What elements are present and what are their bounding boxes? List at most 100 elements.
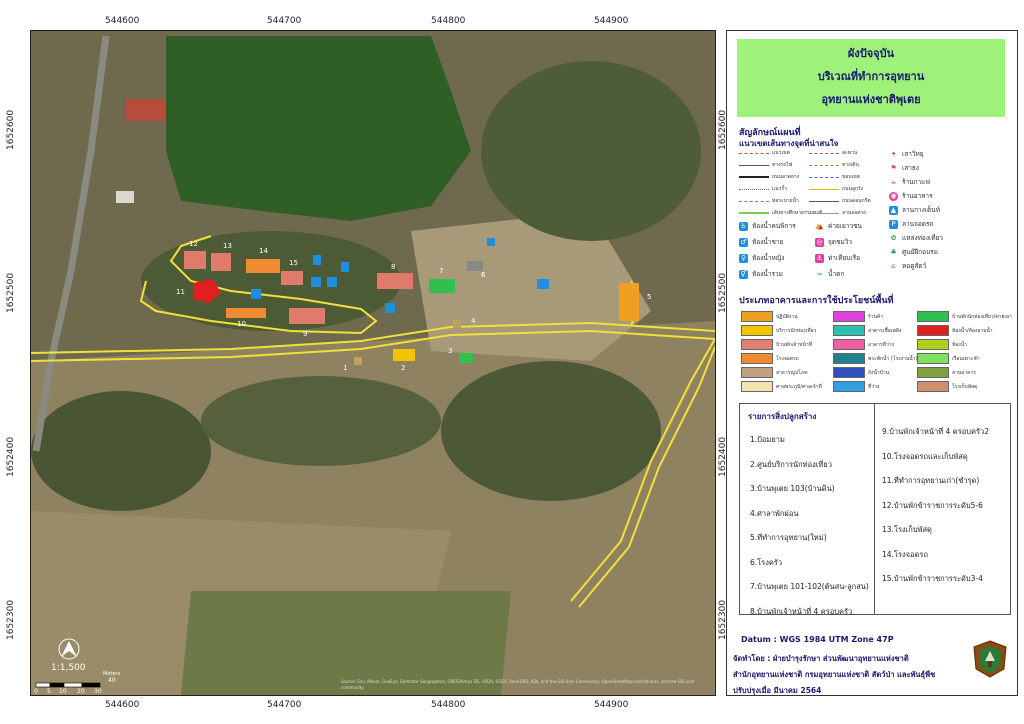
landuse-swatch bbox=[917, 325, 949, 336]
campground-icon: ▲ bbox=[889, 205, 898, 215]
national-park-logo-icon bbox=[973, 640, 1007, 678]
building-9[interactable] bbox=[289, 308, 325, 324]
line-swatch bbox=[739, 176, 769, 178]
legend-line-item: แนวรั้ว bbox=[739, 185, 787, 193]
map-label-15: 15 bbox=[289, 259, 298, 267]
restroom-icon-4[interactable] bbox=[311, 277, 321, 287]
buildings-list-item: 3.บ้านพุเตย 103(บ้านดิน) bbox=[750, 484, 835, 493]
landuse-item: ศาลพระภูมิ/ศาลเจ้าที่ bbox=[741, 381, 822, 392]
building-12[interactable] bbox=[184, 251, 206, 269]
landuse-swatch bbox=[741, 339, 773, 350]
line-swatch bbox=[809, 164, 839, 166]
legend-symbol-item: ≈ น้ำตก bbox=[815, 269, 845, 279]
red-roof-house bbox=[126, 99, 166, 121]
landuse-swatch bbox=[741, 367, 773, 378]
landuse-item: โรงเก็บพัสดุ bbox=[917, 381, 977, 392]
legend-line-item: ถนนลูกรัง bbox=[809, 185, 863, 193]
restroom-icon-5[interactable] bbox=[327, 277, 337, 287]
title-block: ผังปัจจุบัน บริเวณที่ทำการอุทยาน อุทยานแ… bbox=[737, 39, 1005, 117]
map-frame[interactable]: 1 2 3 4 5 6 7 8 9 10 11 12 13 14 15 1:1,… bbox=[30, 30, 716, 696]
legend-symbol-label: ห้องน้ำหญิง bbox=[752, 254, 785, 262]
legend-line-item: ท่อระบายน้ำ bbox=[739, 197, 799, 205]
legend-symbol-item: ☕ ร้านกาแฟ bbox=[889, 177, 930, 187]
scale-ratio: 1:1,500 bbox=[51, 663, 86, 673]
scale-unit: Meters bbox=[103, 671, 121, 677]
landuse-swatch bbox=[917, 381, 949, 392]
campground-icon[interactable] bbox=[537, 279, 549, 289]
parking-icon-2[interactable] bbox=[385, 303, 395, 313]
landuse-swatch bbox=[833, 353, 865, 364]
legend-line-label: ถนนคอนกรีต bbox=[842, 198, 871, 204]
restroom-icon-1[interactable] bbox=[313, 255, 321, 265]
restroom-icon-2[interactable] bbox=[341, 262, 349, 272]
building-1[interactable] bbox=[354, 357, 362, 365]
legend-symbol-item: ♀ ห้องน้ำหญิง bbox=[739, 253, 784, 263]
unisex-restroom-icon: ⚥ bbox=[739, 269, 748, 279]
legend-symbol-label: ท่าเทียบเรือ bbox=[828, 254, 860, 262]
legend-line-label: แนวรั้ว bbox=[772, 186, 787, 192]
x-coord-top-4: 544900 bbox=[594, 16, 629, 26]
legend-line-label: ลานจอดรถ bbox=[842, 210, 867, 216]
legend-panel: ผังปัจจุบัน บริเวณที่ทำการอุทยาน อุทยานแ… bbox=[726, 30, 1018, 696]
building-15[interactable] bbox=[281, 271, 303, 285]
landuse-swatch bbox=[917, 353, 949, 364]
y-coord-left-4: 1652300 bbox=[6, 599, 16, 640]
legend-symbol-label: ร้านกาแฟ bbox=[902, 178, 930, 186]
legend-symbol-label: แหล่งท่องเที่ยว bbox=[902, 234, 943, 242]
building-4[interactable] bbox=[453, 320, 461, 328]
scale-tick-4: 30 bbox=[94, 688, 102, 695]
building-7[interactable] bbox=[429, 279, 455, 293]
building-3[interactable] bbox=[459, 353, 473, 363]
buildings-list-item: 1.ป้อมยาม bbox=[750, 435, 785, 444]
landuse-label: ปฏิบัติงาน bbox=[776, 313, 798, 320]
landuse-swatch bbox=[833, 325, 865, 336]
landuse-item: ห้องน้ำ bbox=[917, 339, 967, 350]
y-coord-left-2: 1652500 bbox=[6, 272, 16, 313]
landuse-label: บ้านพักเจ้าหน้าที่ bbox=[776, 341, 812, 348]
building-10[interactable] bbox=[226, 308, 266, 318]
attraction-icon: ✿ bbox=[890, 233, 897, 242]
mens-restroom-icon: ♂ bbox=[739, 237, 748, 247]
building-2[interactable] bbox=[393, 349, 415, 361]
x-coord-top-3: 544800 bbox=[431, 16, 466, 26]
landuse-swatch bbox=[917, 339, 949, 350]
map-label-10: 10 bbox=[237, 320, 246, 328]
building-6[interactable] bbox=[467, 261, 483, 271]
landuse-heading: ประเภทอาคารและการใช้ประโยชน์พื้นที่ bbox=[739, 296, 894, 306]
landuse-item: พระพักน้ำ (โรงงานน้ำ) bbox=[833, 353, 917, 364]
restaurant-icon: ◉ bbox=[889, 191, 898, 201]
map-label-13: 13 bbox=[223, 242, 232, 250]
landuse-item: ที่ว่าง bbox=[833, 381, 879, 392]
landuse-swatch bbox=[917, 311, 949, 322]
satellite-map[interactable] bbox=[31, 31, 715, 695]
building-13[interactable] bbox=[211, 253, 231, 271]
landuse-item: บ้านพักนักท่องเที่ยว/ค่ายเยาวชน bbox=[917, 311, 1012, 322]
buildings-list-divider bbox=[874, 404, 875, 614]
landuse-label: ร้านค้า bbox=[868, 313, 884, 320]
legend-symbol-item: ⚑ เสาธง bbox=[889, 163, 919, 173]
landuse-label: ถังน้ำบ้าน bbox=[868, 369, 890, 376]
landuse-swatch bbox=[741, 311, 773, 322]
tree-clump-se bbox=[441, 361, 661, 501]
legend-symbol-label: ร้านอาหาร bbox=[902, 192, 933, 200]
building-5[interactable] bbox=[619, 283, 639, 321]
y-coord-left-1: 1652600 bbox=[6, 109, 16, 150]
legend-symbol-label: ห้องน้ำคนพิการ bbox=[752, 222, 796, 230]
buildings-list-left: 1.ป้อมยาม 2.ศูนย์บริการนักท่องเที่ยว 3.บ… bbox=[750, 434, 869, 630]
legend-line-item: ทางเดิน bbox=[809, 161, 859, 169]
landuse-swatch bbox=[833, 367, 865, 378]
title-line-3: อุทยานแห่งชาติพุเตย bbox=[821, 93, 921, 106]
landuse-label: ที่ว่าง bbox=[868, 383, 880, 390]
building-14[interactable] bbox=[246, 259, 280, 273]
title-line-2: บริเวณที่ทำการอุทยาน bbox=[817, 70, 925, 83]
parking-icon-1[interactable] bbox=[251, 289, 261, 299]
restroom-icon-3[interactable] bbox=[487, 238, 495, 246]
building-8[interactable] bbox=[377, 273, 413, 289]
waterfall-icon: ≈ bbox=[816, 269, 823, 278]
legend-line-label: แนวเขต bbox=[772, 150, 790, 156]
line-swatch bbox=[809, 188, 839, 190]
legend-symbol-label: จุดชมวิว bbox=[828, 238, 853, 246]
x-coord-top-1: 544600 bbox=[105, 16, 140, 26]
watchtower-icon: ⌂ bbox=[891, 261, 896, 270]
pier-icon: ⚓ bbox=[815, 253, 824, 263]
